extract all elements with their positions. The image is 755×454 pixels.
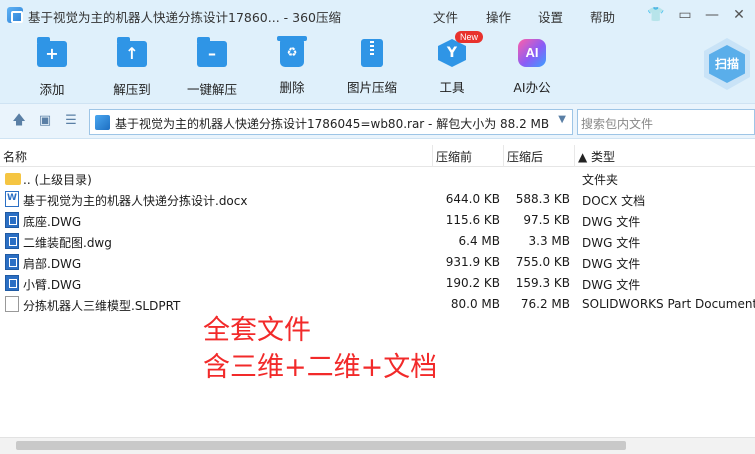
file-name: 分拣机器人三维模型.SLDPRT [23,299,181,313]
ai-office-icon: AI [517,39,547,69]
overlay-line1: 全套文件 [203,315,311,346]
file-name: 底座.DWG [23,215,82,229]
compressed-size: 588.3 KB [515,192,570,206]
column-type[interactable]: ▲ 类型 [578,148,615,165]
delete-button[interactable]: ♻ 删除 [257,36,327,96]
column-packed[interactable]: 压缩前 [436,148,472,165]
app-logo-icon [7,7,23,23]
extract-to-button[interactable]: ↑ 解压到 [97,37,167,98]
menu-help[interactable]: 帮助 [590,7,615,26]
minimize-icon[interactable]: — [703,6,721,24]
table-row[interactable]: 分拣机器人三维模型.SLDPRT 80.0 MB 76.2 MB SOLIDWORKS… [0,294,755,315]
one-click-extract-label: 一键解压 [186,82,237,97]
compressed-size: 159.3 KB [515,276,570,290]
file-name: 二维装配图.dwg [23,236,112,250]
packed-size: 644.0 KB [445,192,500,206]
up-arrow-icon[interactable]: 🡅 [11,113,27,129]
list-header: 名称 压缩前 压缩后 ▲ 类型 [0,145,755,167]
image-compress-button[interactable]: 图片压缩 [337,38,407,96]
file-type: 文件夹 [582,173,619,187]
column-divider[interactable] [432,145,433,167]
table-row[interactable]: 小臂.DWG 190.2 KB 159.3 KB DWG 文件 [0,273,755,294]
tools-button[interactable]: Y New 工具 [417,31,487,96]
packed-size: 80.0 MB [450,297,500,311]
docx-icon [5,191,19,207]
delete-icon: ♻ [277,36,307,69]
table-row[interactable]: 肩部.DWG 931.9 KB 755.0 KB DWG 文件 [0,252,755,273]
list-view-icon[interactable]: ☰ [63,113,79,129]
address-row: 🡅 ▣ ☰ 基于视觉为主的机器人快递分拣设计1786045=wb80.rar -… [0,103,755,139]
address-path: 基于视觉为主的机器人快递分拣设计1786045=wb80.rar - 解包大小为… [115,117,550,131]
file-type: DWG 文件 [582,257,641,271]
ai-office-button[interactable]: AI AI办公 [497,38,567,96]
column-divider[interactable] [503,145,504,167]
menu-operate[interactable]: 操作 [486,7,511,26]
one-click-extract-icon: – [197,37,227,71]
compressed-size: 97.5 KB [523,213,570,227]
thumbnail-view-icon[interactable]: ▣ [37,113,53,129]
horizontal-scrollbar[interactable] [0,437,755,454]
new-badge: New [455,31,484,43]
search-input[interactable]: 搜索包内文件 [577,109,755,135]
file-name: 肩部.DWG [23,257,82,271]
packed-size: 931.9 KB [445,255,500,269]
compressed-size: 3.3 MB [528,234,570,248]
column-divider[interactable] [574,145,575,167]
ai-office-label: AI办公 [513,80,551,95]
file-name: .. (上级目录) [23,173,92,187]
file-type: DWG 文件 [582,236,641,250]
dwg-icon [5,212,19,228]
dwg-icon [5,254,19,270]
file-type: SOLIDWORKS Part Document [582,297,755,311]
table-row[interactable]: 二维装配图.dwg 6.4 MB 3.3 MB DWG 文件 [0,231,755,252]
title-bar: 基于视觉为主的机器人快递分拣设计17860... - 360压缩 文件 操作 设… [0,0,755,30]
packed-size: 6.4 MB [458,234,500,248]
address-bar[interactable]: 基于视觉为主的机器人快递分拣设计1786045=wb80.rar - 解包大小为… [89,109,573,135]
table-row[interactable]: 底座.DWG 115.6 KB 97.5 KB DWG 文件 [0,210,755,231]
tools-label: 工具 [439,80,465,95]
sldprt-icon [5,296,19,312]
menu-file[interactable]: 文件 [433,7,458,26]
dwg-icon [5,233,19,249]
image-compress-label: 图片压缩 [346,80,397,95]
table-row[interactable]: .. (上级目录) 文件夹 [0,168,755,189]
tools-icon: Y New [437,31,484,69]
file-type: DWG 文件 [582,278,641,292]
add-folder-icon: + [37,37,67,71]
file-name: 小臂.DWG [23,278,82,292]
close-icon[interactable]: ✕ [730,6,748,24]
chevron-down-icon[interactable]: ▼ [558,114,566,125]
add-button[interactable]: + 添加 [17,37,87,98]
folder-icon [5,173,21,185]
packed-size: 190.2 KB [445,276,500,290]
column-name[interactable]: 名称 [3,148,27,165]
delete-label: 删除 [279,80,305,95]
compressed-size: 755.0 KB [515,255,570,269]
image-compress-icon [357,39,387,69]
file-type: DWG 文件 [582,215,641,229]
window-title: 基于视觉为主的机器人快递分拣设计17860... - 360压缩 [28,10,342,25]
menu-settings[interactable]: 设置 [538,7,563,26]
column-size[interactable]: 压缩后 [507,148,543,165]
compressed-size: 76.2 MB [520,297,570,311]
dwg-icon [5,275,19,291]
extract-to-label: 解压到 [113,82,151,97]
header-area: 基于视觉为主的机器人快递分拣设计17860... - 360压缩 文件 操作 设… [0,0,755,103]
packed-size: 115.6 KB [445,213,500,227]
scrollbar-thumb[interactable] [16,441,626,450]
table-row[interactable]: 基于视觉为主的机器人快递分拣设计.docx 644.0 KB 588.3 KB DOC… [0,189,755,210]
rar-file-icon [95,115,110,130]
one-click-extract-button[interactable]: – 一键解压 [177,37,247,98]
menu-icon[interactable]: ▭ [676,6,694,24]
add-label: 添加 [39,82,65,97]
file-type: DOCX 文档 [582,194,646,208]
extract-to-icon: ↑ [117,37,147,71]
overlay-line2: 含三维+二维+文档 [203,352,438,383]
skin-icon[interactable]: 👕 [647,6,665,24]
file-name: 基于视觉为主的机器人快递分拣设计.docx [23,194,248,208]
